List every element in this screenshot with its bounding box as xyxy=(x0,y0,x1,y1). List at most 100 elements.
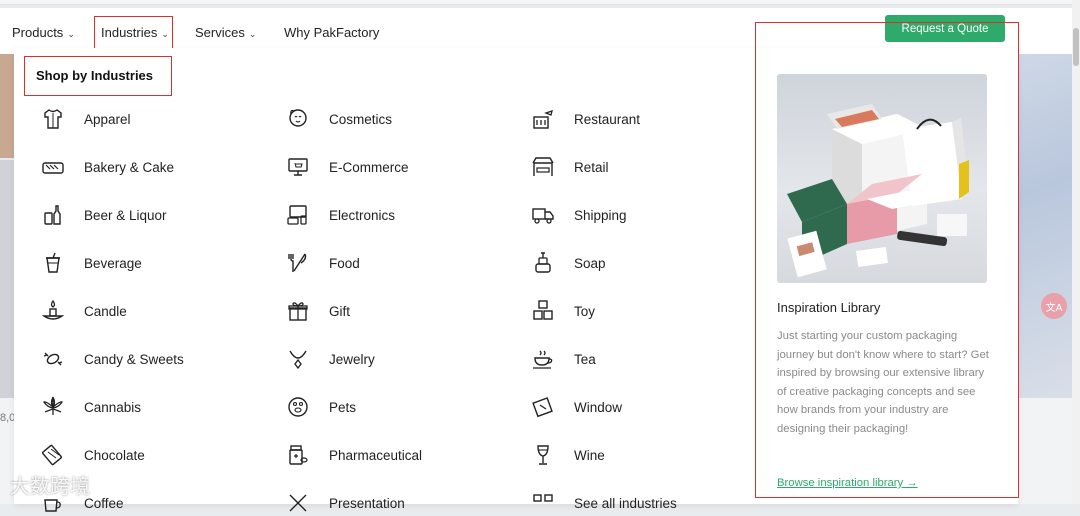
necklace-icon xyxy=(285,346,311,372)
industry-item[interactable]: E-Commerce xyxy=(285,154,409,180)
industry-label: Candy & Sweets xyxy=(84,351,184,367)
scrollbar-thumb[interactable] xyxy=(1073,28,1079,66)
restaurant-icon xyxy=(530,106,556,132)
industry-item[interactable]: Toy xyxy=(530,298,595,324)
nav-item-label: Industries xyxy=(101,25,158,40)
face-icon xyxy=(285,106,311,132)
grid-icon xyxy=(530,490,556,516)
industry-label: Soap xyxy=(574,255,606,271)
industry-item[interactable]: Cosmetics xyxy=(285,106,392,132)
gift-icon xyxy=(285,298,311,324)
industry-item[interactable]: Presentation xyxy=(285,490,405,516)
industry-item[interactable]: Tea xyxy=(530,346,596,372)
dropdown-title: Shop by Industries xyxy=(36,68,154,83)
industry-label: Cannabis xyxy=(84,399,142,415)
chevron-down-icon: ⌄ xyxy=(67,29,75,39)
nav-item-label: Products xyxy=(12,25,64,40)
shirt-icon xyxy=(40,106,66,132)
industry-item[interactable]: Jewelry xyxy=(285,346,375,372)
background-banner-left-lower xyxy=(0,160,14,400)
industry-label: Jewelry xyxy=(329,351,375,367)
industry-label: Tea xyxy=(574,351,596,367)
industry-label: Gift xyxy=(329,303,351,319)
industry-label: Pharmaceutical xyxy=(329,447,423,463)
industry-item[interactable]: Window xyxy=(530,394,622,420)
industry-label: See all industries xyxy=(574,495,677,511)
industry-item[interactable]: Soap xyxy=(530,250,606,276)
industry-label: Window xyxy=(574,399,623,415)
packaging-collection-image[interactable] xyxy=(777,74,987,283)
industry-item[interactable]: See all industries xyxy=(530,490,677,516)
industry-label: Beer & Liquor xyxy=(84,207,167,223)
soap-icon xyxy=(530,250,556,276)
nav-item-why-pakfactory[interactable]: Why PakFactory xyxy=(284,25,379,40)
industry-label: Chocolate xyxy=(84,447,145,463)
industry-item[interactable]: Chocolate xyxy=(40,442,145,468)
bakery-icon xyxy=(40,154,66,180)
industry-label: Beverage xyxy=(84,255,142,271)
industry-item[interactable]: Shipping xyxy=(530,202,627,228)
ecommerce-screen-icon xyxy=(285,154,311,180)
industry-item[interactable]: Beer & Liquor xyxy=(40,202,167,228)
retail-store-icon xyxy=(530,154,556,180)
candy-icon xyxy=(40,346,66,372)
industry-item[interactable]: Cannabis xyxy=(40,394,141,420)
inspiration-description: Just starting your custom packaging jour… xyxy=(777,330,989,435)
industry-item[interactable]: Pets xyxy=(285,394,356,420)
industry-label: Toy xyxy=(574,303,596,319)
industry-label: Apparel xyxy=(84,111,131,127)
watermark-logo: 大数跨境 xyxy=(10,474,90,498)
industry-item[interactable]: Candy & Sweets xyxy=(40,346,184,372)
electronics-icon xyxy=(285,202,311,228)
industry-label: Bakery & Cake xyxy=(84,159,175,175)
industry-item[interactable]: Food xyxy=(285,250,360,276)
nav-item-industries[interactable]: Industries ⌄ xyxy=(101,25,169,40)
industry-item[interactable]: Apparel xyxy=(40,106,131,132)
industry-item[interactable]: Electronics xyxy=(285,202,395,228)
chevron-down-icon: ⌄ xyxy=(161,29,169,39)
inspiration-title: Inspiration Library xyxy=(777,300,881,315)
chevron-down-icon: ⌄ xyxy=(248,29,257,39)
industry-item[interactable]: Bakery & Cake xyxy=(40,154,174,180)
pill-bottle-icon xyxy=(285,442,311,468)
industry-label: Shipping xyxy=(574,207,627,223)
nav-item-label: Why PakFactory xyxy=(284,25,380,40)
industry-label: Presentation xyxy=(329,495,405,511)
packaging-illustration xyxy=(787,104,969,278)
industry-item[interactable]: Beverage xyxy=(40,250,142,276)
presentation-icon xyxy=(285,490,311,516)
industry-item[interactable]: Restaurant xyxy=(530,106,640,132)
nav-item-label: Services xyxy=(195,25,245,40)
bottle-icon xyxy=(40,202,66,228)
industry-label: Cosmetics xyxy=(329,111,393,127)
industry-label: Retail xyxy=(574,159,609,175)
translate-icon[interactable]: 文A xyxy=(1041,293,1067,319)
wine-glass-icon xyxy=(530,442,556,468)
industry-item[interactable]: Wine xyxy=(530,442,605,468)
background-product-image xyxy=(1018,48,1072,398)
scrollbar[interactable] xyxy=(1072,0,1080,504)
industry-label: Candle xyxy=(84,303,127,319)
industry-item[interactable]: Candle xyxy=(40,298,127,324)
window-box-icon xyxy=(530,394,556,420)
cannabis-leaf-icon xyxy=(40,394,66,420)
industry-label: Food xyxy=(329,255,360,271)
tea-cup-icon xyxy=(530,346,556,372)
nav-item-products[interactable]: Products ⌄ xyxy=(12,25,75,40)
truck-icon xyxy=(530,202,556,228)
chocolate-bar-icon xyxy=(40,442,66,468)
industry-item[interactable]: Pharmaceutical xyxy=(285,442,422,468)
industry-item[interactable]: Retail xyxy=(530,154,609,180)
industry-label: Electronics xyxy=(329,207,396,223)
candle-icon xyxy=(40,298,66,324)
browse-inspiration-link[interactable]: Browse inspiration library → xyxy=(777,477,918,489)
request-quote-button[interactable]: Request a Quote xyxy=(885,15,1005,42)
background-text-number: 8,0 xyxy=(0,412,16,424)
top-strip xyxy=(0,0,1080,5)
nav-item-services[interactable]: Services ⌄ xyxy=(195,25,256,40)
drink-cup-icon xyxy=(40,250,66,276)
paw-icon xyxy=(285,394,311,420)
toy-blocks-icon xyxy=(530,298,556,324)
industry-label: Wine xyxy=(574,447,605,463)
industry-item[interactable]: Gift xyxy=(285,298,350,324)
